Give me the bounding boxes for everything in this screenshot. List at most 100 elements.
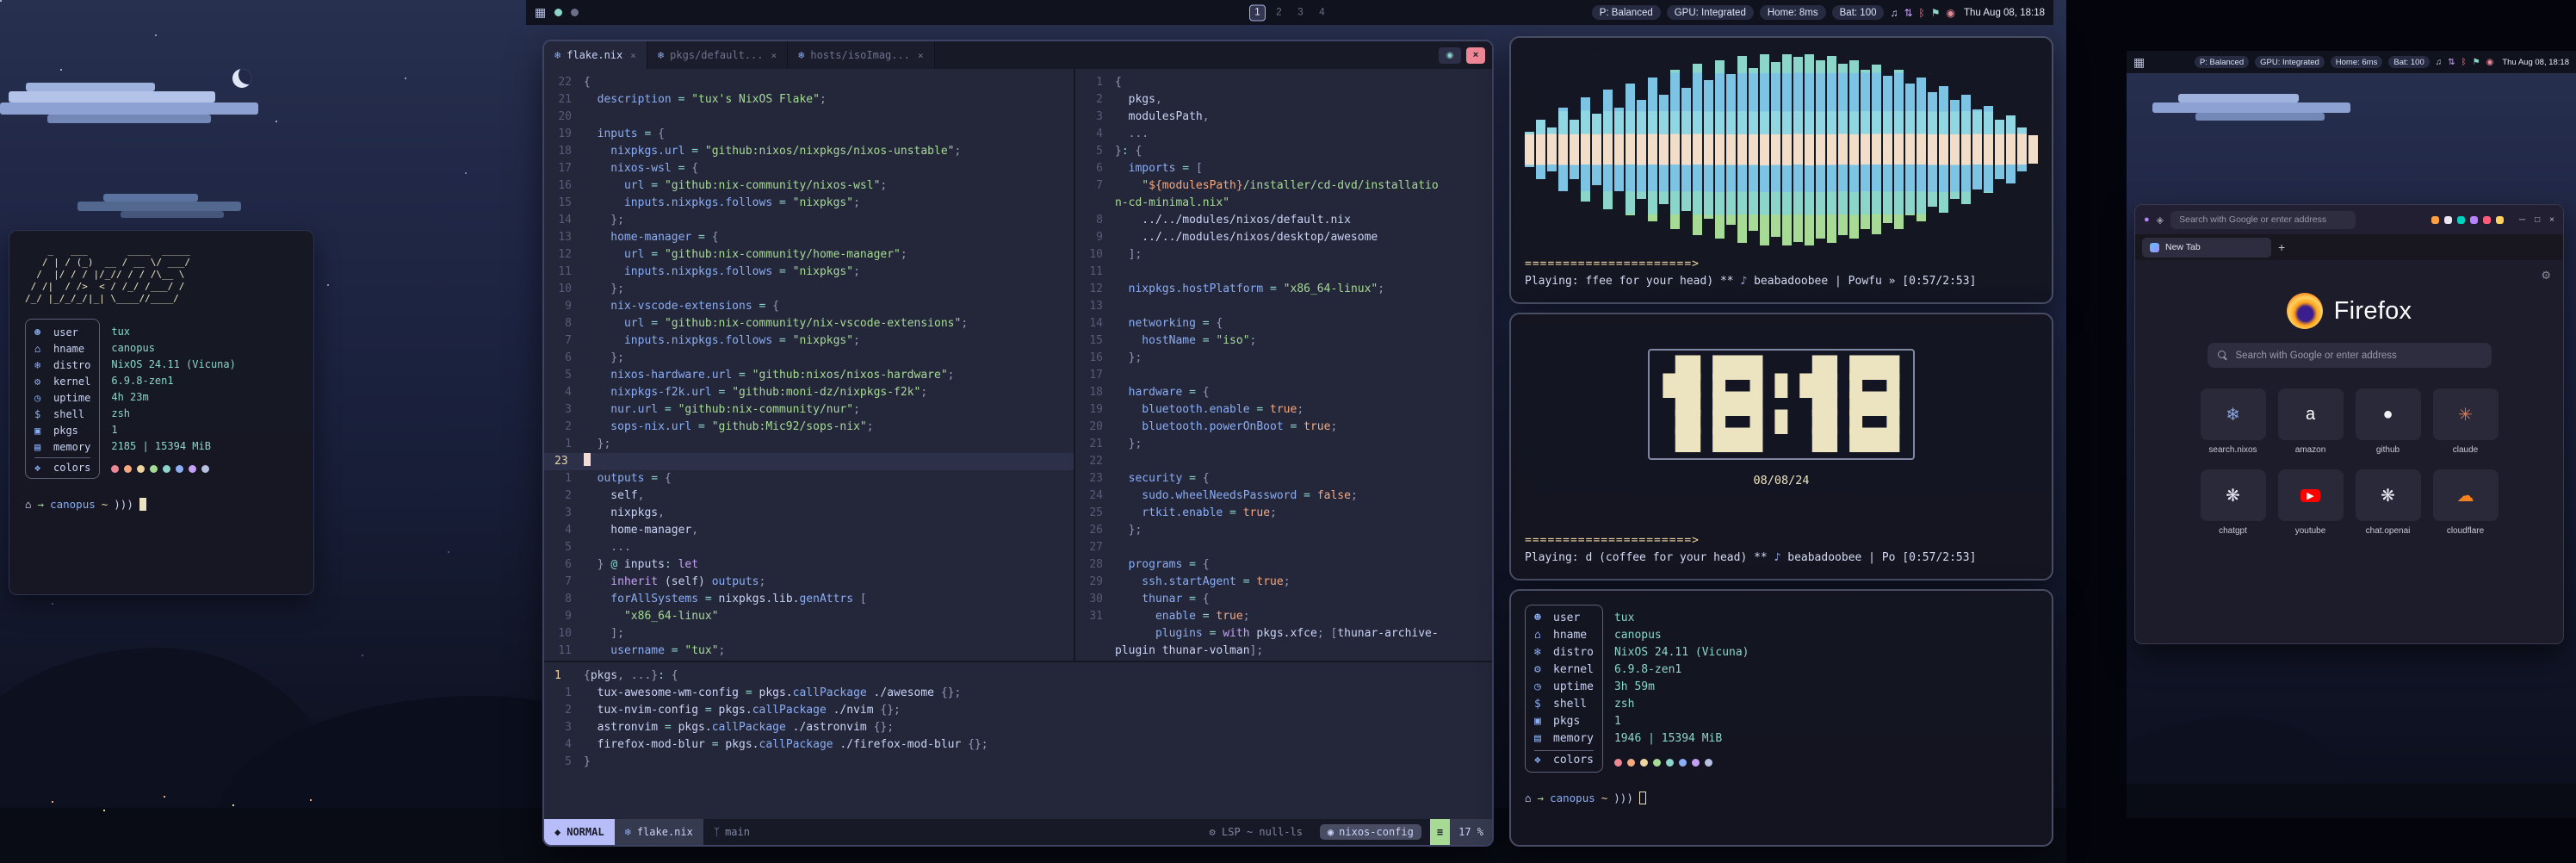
firefox-window[interactable]: ● ◈ Search with Google or enter address ─… — [2134, 204, 2564, 644]
cloud — [103, 194, 198, 202]
repo-segment[interactable]: ◉nixos-config — [1320, 824, 1421, 840]
shortcut-chat.openai[interactable]: ❋chat.openai — [2356, 469, 2421, 536]
fetch-row-hname: ⌂hname — [1534, 627, 1594, 644]
terminal-window[interactable]: _ ___ ____ _____ / | / (_) __ / __ \/ __… — [9, 230, 314, 595]
bluetooth-icon[interactable]: ᛒ — [1919, 7, 1925, 19]
status-pill[interactable]: Home: 6ms — [2331, 56, 2383, 68]
terminal-cursor — [139, 498, 146, 511]
fetch-row-memory: ▤memory — [1534, 730, 1594, 748]
pkgs-icon: ▣ — [1534, 713, 1546, 730]
workspace-tag-2[interactable]: 2 — [1271, 4, 1287, 21]
fetch-panel[interactable]: ☻user⌂hname❄distro⚙kernel◷uptime$shell▣p… — [1509, 589, 2053, 847]
systray-icon[interactable] — [571, 9, 579, 16]
buffer-pick-button[interactable]: ◉ — [1439, 47, 1461, 64]
bluetooth-icon[interactable]: ᛒ — [2461, 58, 2467, 67]
code-line: 8 ../../modules/nixos/default.nix — [1075, 212, 1492, 229]
clock-widget[interactable]: Thu Aug 08, 18:18 — [2502, 58, 2569, 67]
search-input[interactable]: Search with Google or enter address — [2208, 343, 2492, 368]
maximize-button[interactable]: □ — [2535, 215, 2540, 225]
network-icon[interactable]: ⇅ — [1904, 7, 1912, 19]
tab-close-icon[interactable]: × — [771, 50, 777, 61]
extension-icon[interactable] — [2496, 216, 2504, 224]
status-pill[interactable]: Home: 8ms — [1760, 5, 1826, 20]
launcher-icon[interactable]: ▦ — [535, 5, 546, 20]
code-text: programs = { — [1115, 556, 1210, 574]
memory-icon: ▤ — [1534, 730, 1546, 748]
status-pill[interactable]: GPU: Integrated — [2255, 56, 2325, 68]
shell-prompt[interactable]: ⌂ → canopus ~ ))) — [25, 498, 298, 511]
volume-icon[interactable]: ♫ — [2436, 58, 2443, 67]
shortcut-claude[interactable]: ✳claude — [2433, 388, 2499, 455]
vpn-icon[interactable]: ⚑ — [2473, 58, 2480, 67]
code-text: pkgs, — [1115, 91, 1162, 109]
status-pill[interactable]: P: Balanced — [1592, 5, 1661, 20]
clock-digits: ██ ████ ██ ████ ███ █ █ █ ███ █ █ ██ ███… — [1663, 359, 1900, 450]
code-line: 13 — [1075, 298, 1492, 315]
editor-window[interactable]: ❄flake.nix×❄pkgs/default...×❄hosts/isoIm… — [542, 40, 1494, 847]
status-pill[interactable]: Bat: 100 — [1832, 5, 1885, 20]
search-icon — [2218, 351, 2228, 361]
amazon-icon: a — [2306, 405, 2315, 425]
pane-iso-image[interactable]: 1{2 pkgs,3 modulesPath,4 ...5}: {6 impor… — [1075, 69, 1492, 661]
close-button[interactable]: × — [2549, 215, 2554, 225]
power-icon[interactable]: ◉ — [2486, 58, 2494, 67]
visualizer-bar — [1749, 68, 1758, 231]
visualizer-bar — [2017, 127, 2027, 171]
extension-icon[interactable] — [2431, 216, 2439, 224]
code-text: firefox-mod-blur = pkgs.callPackage ./fi… — [584, 736, 988, 754]
minimize-button[interactable]: ─ — [2519, 215, 2525, 225]
prompt-path: ~ — [1601, 792, 1608, 804]
line-number: 17 — [544, 160, 584, 177]
tab-close-icon[interactable]: × — [918, 50, 924, 61]
workspace-tag-3[interactable]: 3 — [1292, 4, 1309, 21]
status-pill[interactable]: P: Balanced — [2195, 56, 2249, 68]
account-icon[interactable]: ● — [2144, 214, 2150, 225]
url-bar[interactable]: Search with Google or enter address — [2170, 211, 2356, 229]
visualizer-bar — [1883, 76, 1892, 223]
fetch-value-uptime: 3h 59m — [1614, 679, 1749, 696]
editor-tab[interactable]: ❄pkgs/default...× — [647, 41, 788, 69]
music-visualizer-panel[interactable]: ======================> Playing: ffee fo… — [1509, 36, 2053, 304]
status-pill[interactable]: Bat: 100 — [2388, 56, 2429, 68]
extension-icon[interactable] — [2444, 216, 2452, 224]
shortcut-search.nixos[interactable]: ❄search.nixos — [2201, 388, 2266, 455]
tab-close-icon[interactable]: × — [630, 50, 636, 61]
home-icon: ⌂ — [1525, 792, 1532, 804]
extension-icon[interactable] — [2483, 216, 2491, 224]
extension-icon[interactable] — [2470, 216, 2478, 224]
new-tab-button[interactable]: + — [2278, 240, 2285, 254]
pane-pkgs-default[interactable]: 1{pkgs, ...}: {1 tux-awesome-wm-config =… — [544, 661, 1492, 819]
clock-panel[interactable]: ██ ████ ██ ████ ███ █ █ █ ███ █ █ ██ ███… — [1509, 313, 2053, 581]
shield-icon[interactable]: ◈ — [2157, 214, 2164, 226]
layout-icon[interactable] — [554, 9, 562, 16]
newtab-settings-icon[interactable]: ⚙ — [2541, 269, 2551, 282]
shortcut-cloudflare[interactable]: ☁cloudflare — [2433, 469, 2499, 536]
workspace-tag-1[interactable]: 1 — [1249, 4, 1266, 21]
editor-tab[interactable]: ❄flake.nix× — [544, 41, 647, 69]
track-progress: ======================> — [1525, 256, 2038, 273]
buffer-close-button[interactable]: × — [1466, 47, 1485, 64]
extension-icon[interactable] — [2457, 216, 2465, 224]
launcher-icon[interactable]: ▦ — [2133, 55, 2145, 70]
vpn-icon[interactable]: ⚑ — [1931, 7, 1941, 19]
status-pill[interactable]: GPU: Integrated — [1667, 5, 1754, 20]
tab-new-tab[interactable]: New Tab — [2142, 238, 2271, 258]
line-number: 10 — [544, 281, 584, 298]
pane-flake-nix[interactable]: 22{21 description = "tux's NixOS Flake";… — [544, 69, 1075, 661]
shell-prompt[interactable]: ⌂ → canopus ~ ))) — [1525, 792, 2038, 804]
fetch-label: shell — [1553, 696, 1587, 713]
volume-icon[interactable]: ♫ — [1890, 7, 1898, 19]
shortcut-chatgpt[interactable]: ❋chatgpt — [2201, 469, 2266, 536]
clock-widget[interactable]: Thu Aug 08, 18:18 — [1964, 8, 2045, 18]
shortcut-youtube[interactable]: ▶youtube — [2278, 469, 2344, 536]
shortcut-amazon[interactable]: aamazon — [2278, 388, 2344, 455]
hill-base — [2127, 784, 2576, 818]
fetch-row-uptime: ◷uptime — [34, 389, 90, 406]
network-icon[interactable]: ⇅ — [2448, 58, 2455, 67]
fetch-label: uptime — [53, 392, 90, 404]
color-swatch — [124, 465, 132, 473]
workspace-tag-4[interactable]: 4 — [1314, 4, 1330, 21]
power-icon[interactable]: ◉ — [1947, 7, 1955, 19]
shortcut-github[interactable]: ●github — [2356, 388, 2421, 455]
editor-tab[interactable]: ❄hosts/isoImag...× — [788, 41, 934, 69]
